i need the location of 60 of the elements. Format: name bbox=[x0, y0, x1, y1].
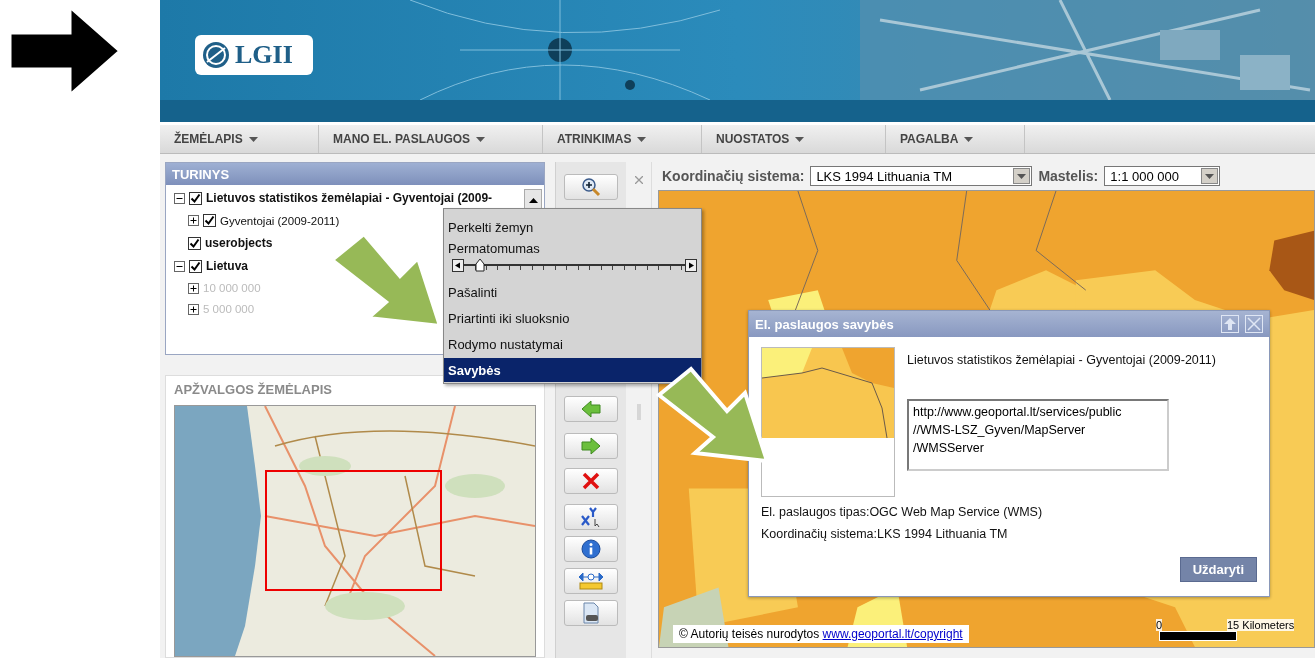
menu-label: Permatomumas bbox=[447, 240, 541, 258]
layer-label[interactable]: userobjects bbox=[205, 236, 273, 250]
menu-item[interactable]: Savybės bbox=[444, 358, 701, 382]
slider-left-button[interactable] bbox=[452, 258, 464, 272]
menu-item[interactable]: Pašalinti bbox=[444, 280, 701, 304]
scale-select[interactable]: 1:1 000 000 bbox=[1104, 166, 1221, 186]
splitter-handle-icon[interactable] bbox=[636, 404, 641, 420]
info-button[interactable] bbox=[564, 536, 618, 562]
measure-icon bbox=[578, 571, 604, 591]
checkbox[interactable] bbox=[189, 191, 202, 205]
close-icon[interactable] bbox=[634, 176, 643, 184]
menu-item[interactable]: ŽEMĖLAPIS bbox=[160, 125, 319, 153]
checkbox[interactable] bbox=[188, 236, 201, 250]
coordinates-button[interactable] bbox=[564, 504, 618, 530]
panel-title: TURINYS bbox=[166, 163, 544, 185]
info-icon bbox=[581, 539, 601, 559]
crs-select[interactable]: LKS 1994 Lithuania TM bbox=[810, 166, 1033, 186]
collapse-icon[interactable] bbox=[174, 192, 185, 204]
delete-icon bbox=[582, 472, 600, 490]
extent-rectangle[interactable] bbox=[265, 470, 442, 591]
measure-button[interactable] bbox=[564, 568, 618, 594]
caret-icon bbox=[476, 136, 486, 142]
checkbox[interactable] bbox=[203, 214, 216, 227]
caret-icon bbox=[637, 136, 647, 142]
layer-label[interactable]: Lietuvos statistikos žemėlapiai - Gyventojai (2009- bbox=[206, 191, 493, 205]
panel-title: APŽVALGOS ŽEMĖLAPIS bbox=[174, 382, 333, 397]
document-icon bbox=[581, 602, 601, 624]
menu-item[interactable]: MANO EL. PASLAUGOS bbox=[319, 125, 543, 153]
layer-label[interactable]: Gyventojai (2009-2011) bbox=[220, 214, 340, 227]
menu-item[interactable]: Perkelti žemyn bbox=[444, 215, 701, 239]
forward-button[interactable] bbox=[564, 433, 618, 459]
print-button[interactable] bbox=[564, 600, 618, 626]
caret-icon bbox=[248, 136, 258, 142]
forward-arrow-icon bbox=[581, 437, 601, 455]
back-arrow-icon bbox=[581, 400, 601, 418]
caret-icon bbox=[528, 197, 538, 203]
scroll-up-button[interactable] bbox=[524, 189, 542, 211]
field-label: Koordinačių sistema: bbox=[662, 168, 805, 184]
caret-icon bbox=[1205, 173, 1215, 179]
checkbox[interactable] bbox=[189, 259, 202, 273]
slider-thumb[interactable] bbox=[474, 258, 485, 272]
menu-item[interactable]: ATRINKIMAS bbox=[543, 125, 702, 153]
expand-icon[interactable] bbox=[188, 215, 199, 226]
back-button[interactable] bbox=[564, 396, 618, 422]
layer-label[interactable]: Lietuva bbox=[206, 259, 248, 273]
coordinates-icon bbox=[580, 507, 602, 527]
caret-icon bbox=[1017, 173, 1027, 179]
menu-item[interactable]: Priartinti iki sluoksnio bbox=[444, 306, 701, 330]
zoom-in-icon bbox=[581, 177, 601, 197]
collapse-icon[interactable] bbox=[174, 260, 185, 272]
logo-text: LGII bbox=[235, 40, 293, 70]
menu-item[interactable]: NUOSTATOS bbox=[702, 125, 886, 153]
menu-item[interactable]: Rodymo nustatymai bbox=[444, 332, 701, 356]
logo[interactable]: LGII bbox=[195, 35, 313, 75]
field-label: Mastelis: bbox=[1038, 168, 1099, 184]
delete-button[interactable] bbox=[564, 468, 618, 494]
caret-icon bbox=[964, 136, 974, 142]
menu-item[interactable]: PAGALBA bbox=[886, 125, 1025, 153]
caret-icon bbox=[795, 136, 805, 142]
zoom-in-button[interactable] bbox=[564, 174, 618, 200]
